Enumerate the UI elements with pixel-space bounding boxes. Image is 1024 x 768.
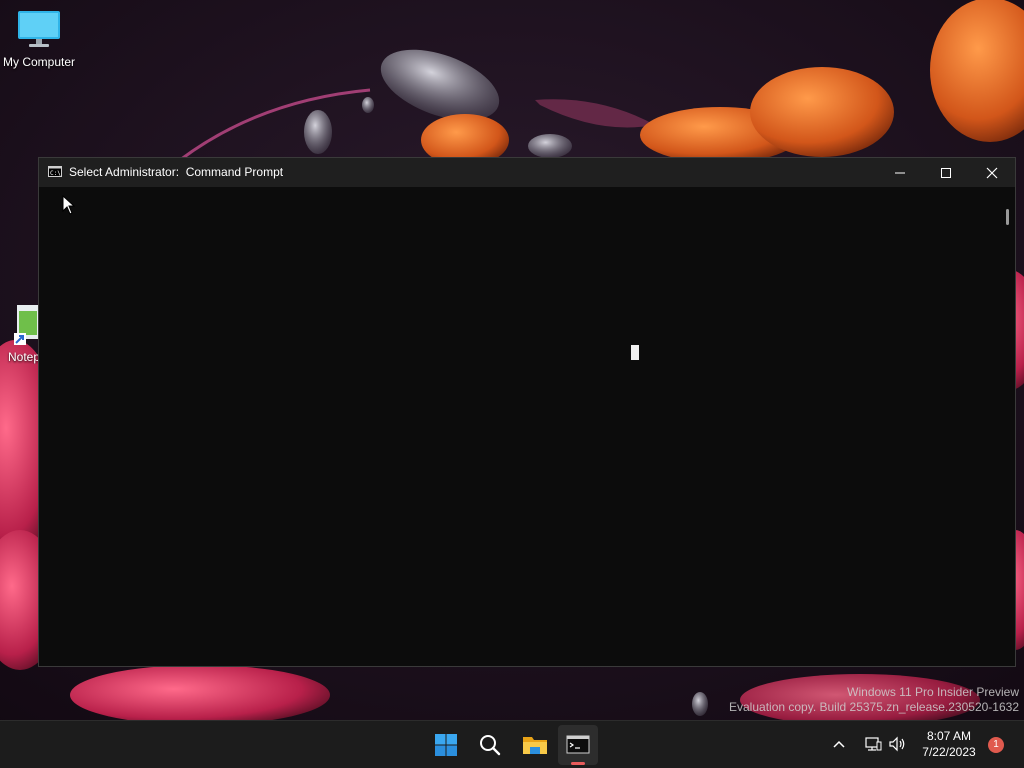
mouse-pointer-icon <box>62 195 75 215</box>
desktop-icon-my-computer[interactable]: My Computer <box>0 8 78 69</box>
maximize-button[interactable] <box>923 158 969 187</box>
windows-logo-icon <box>435 734 457 756</box>
watermark-line-1: Windows 11 Pro Insider Preview <box>847 685 1019 699</box>
scrollbar-thumb[interactable] <box>1006 209 1009 225</box>
taskbar-start-button[interactable] <box>426 725 466 765</box>
desktop-icon-label: Notep <box>8 350 40 364</box>
minimize-button[interactable] <box>877 158 923 187</box>
active-app-indicator <box>571 762 585 765</box>
window-titlebar[interactable]: C:\ Select Administrator: Command Prompt <box>39 158 1015 187</box>
notepad-shortcut-icon <box>14 305 39 345</box>
window-title: Select Administrator: Command Prompt <box>69 165 284 179</box>
folder-icon <box>523 737 547 754</box>
terminal-icon <box>566 735 590 754</box>
notification-badge[interactable]: 1 <box>988 737 1004 753</box>
search-icon <box>480 735 501 756</box>
svg-text:C:\: C:\ <box>50 170 61 177</box>
text-cursor <box>631 345 639 360</box>
minimize-icon <box>895 172 905 174</box>
desktop-icon-label: My Computer <box>2 55 76 69</box>
taskbar: 8:07 AM 7/22/2023 1 <box>0 720 1024 768</box>
close-button[interactable] <box>969 158 1015 187</box>
taskbar-file-explorer-button[interactable] <box>514 725 554 765</box>
volume-icon[interactable] <box>888 736 906 752</box>
desktop-icon-notepad[interactable]: Notep <box>0 303 40 364</box>
taskbar-search-button[interactable] <box>470 725 510 765</box>
vertical-scrollbar[interactable] <box>1001 187 1015 666</box>
monitor-icon <box>18 11 60 47</box>
command-prompt-window[interactable]: C:\ Select Administrator: Command Prompt <box>38 157 1016 667</box>
clock-date: 7/22/2023 <box>922 745 976 759</box>
console-output-area[interactable] <box>39 187 1001 666</box>
close-icon <box>986 167 998 179</box>
watermark-line-2: Evaluation copy. Build 25375.zn_release.… <box>729 700 1019 714</box>
clock-time: 8:07 AM <box>926 729 972 743</box>
console-icon: C:\ <box>48 166 62 177</box>
chevron-up-icon[interactable] <box>832 737 846 751</box>
network-icon[interactable] <box>864 736 882 752</box>
evaluation-watermark: Windows 11 Pro Insider Preview Evaluatio… <box>729 685 1019 715</box>
taskbar-clock[interactable]: 8:07 AM 7/22/2023 <box>912 728 986 760</box>
maximize-icon <box>941 168 951 178</box>
taskbar-command-prompt-button[interactable] <box>558 725 598 765</box>
